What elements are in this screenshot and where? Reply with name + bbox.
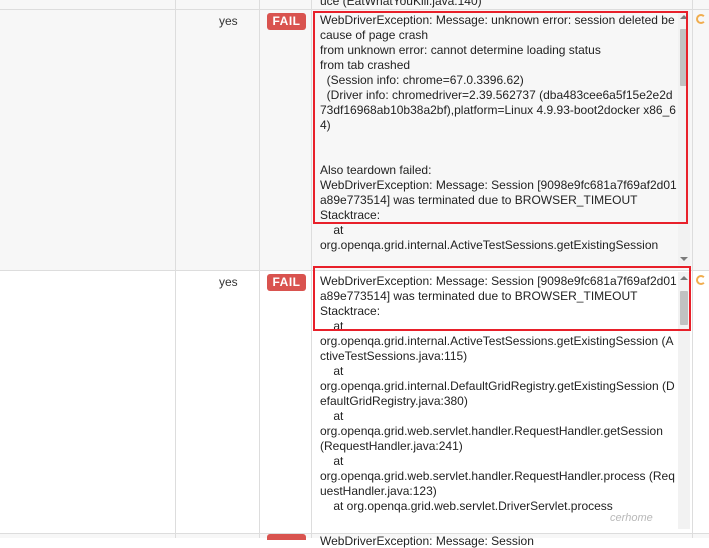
scrollbar-thumb[interactable] (680, 29, 688, 86)
status-yes-cell: yes (219, 275, 238, 289)
error-message-text: WebDriverException: Message: Session (320, 534, 534, 548)
loading-spinner-icon (696, 14, 706, 24)
scroll-up-icon[interactable] (680, 15, 688, 19)
column-divider (175, 0, 176, 538)
error-message-text: WebDriverException: Message: Session [90… (320, 274, 677, 513)
fail-badge (267, 534, 306, 540)
column-divider (692, 0, 693, 538)
column-divider (259, 0, 260, 538)
scroll-down-icon[interactable] (680, 257, 688, 261)
watermark: cerhome (610, 512, 653, 524)
loading-spinner-icon (696, 275, 706, 285)
status-yes-cell: yes (219, 14, 238, 28)
scroll-up-icon[interactable] (680, 276, 688, 280)
error-message-box[interactable]: WebDriverException: Message: Session [90… (312, 272, 692, 529)
row-divider (0, 270, 709, 271)
error-message-text: WebDriverException: Message: unknown err… (320, 13, 677, 252)
message-scrollbar[interactable] (678, 272, 690, 529)
message-scrollbar[interactable] (678, 11, 690, 265)
error-message-box[interactable]: WebDriverException: Message: unknown err… (312, 11, 692, 265)
fail-badge: FAIL (267, 274, 306, 291)
fail-badge: FAIL (267, 13, 306, 30)
previous-stacktrace-tail: uce (EatWhatYouKill.java:140) (320, 0, 482, 8)
scrollbar-thumb[interactable] (680, 291, 688, 325)
row-divider (0, 9, 709, 10)
